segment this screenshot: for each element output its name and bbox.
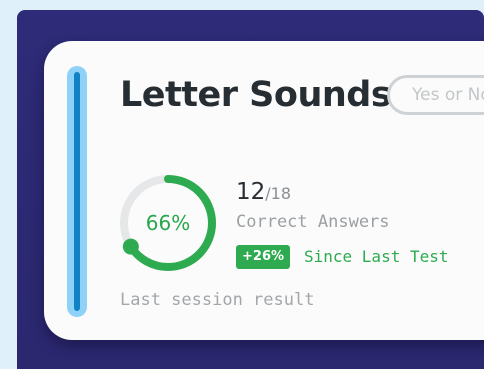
accent-bar: [67, 66, 87, 317]
correct-answers-label: Correct Answers: [236, 212, 390, 232]
improvement-label: Since Last Test: [304, 247, 449, 266]
answer-type-pill[interactable]: Yes or No: [387, 75, 484, 115]
improvement-badge: +26%: [236, 245, 291, 269]
lesson-card[interactable]: Letter Sounds Yes or No 66% 12/18 Correc…: [44, 41, 484, 340]
last-session-caption: Last session result: [120, 290, 315, 310]
score-correct: 12: [236, 179, 266, 205]
percent-label: 66%: [145, 211, 191, 235]
score: 12/18: [236, 179, 291, 205]
progress-ring: 66%: [116, 171, 220, 275]
score-total: 18: [270, 184, 292, 203]
card-title: Letter Sounds: [120, 75, 392, 115]
